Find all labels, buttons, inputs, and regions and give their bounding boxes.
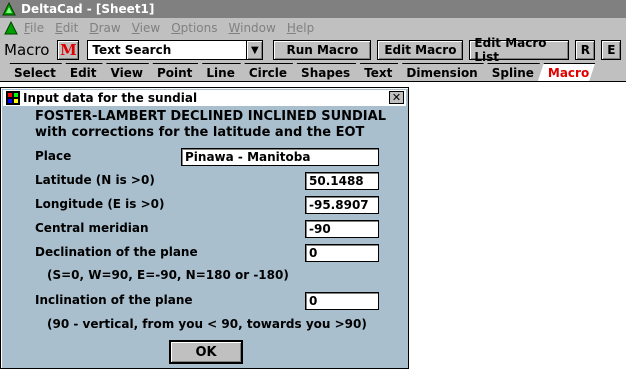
menu-bar: File Edit Draw View Options Window Help [0, 18, 626, 38]
macro-select-combo[interactable]: Text Search [87, 40, 248, 60]
edit-macro-button[interactable]: Edit Macro [377, 40, 464, 60]
menu-edit[interactable]: Edit [55, 21, 78, 35]
place-field[interactable]: Pinawa - Manitoba [181, 148, 379, 166]
central-meridian-field[interactable]: -90 [305, 220, 379, 238]
run-macro-button[interactable]: Run Macro [273, 40, 372, 60]
deltacad-icon [1, 1, 17, 17]
window-title: DeltaCad - [Sheet1] [21, 2, 155, 16]
menu-file[interactable]: File [24, 21, 44, 35]
macro-label: Macro [4, 41, 50, 59]
dialog-subheading: with corrections for the latitude and th… [35, 125, 365, 140]
r-button[interactable]: R [575, 40, 596, 60]
central-meridian-label: Central meridian [35, 221, 149, 235]
macro-toolbar: Macro M Text Search ▼ Run Macro Edit Mac… [0, 36, 626, 64]
dialog-heading: FOSTER-LAMBERT DECLINED INCLINED SUNDIAL [35, 109, 386, 124]
tab-view[interactable]: View [101, 63, 149, 81]
tab-select[interactable]: Select [4, 63, 62, 81]
inclination-field[interactable]: 0 [305, 292, 379, 310]
sundial-dialog-icon [6, 91, 20, 105]
tab-line[interactable]: Line [196, 63, 240, 81]
close-icon[interactable]: ✕ [389, 91, 404, 104]
menu-draw[interactable]: Draw [89, 21, 120, 35]
menu-window[interactable]: Window [229, 21, 276, 35]
latitude-field[interactable]: 50.1488 [305, 172, 379, 190]
ok-button[interactable]: OK [169, 340, 243, 364]
tab-point[interactable]: Point [147, 63, 198, 81]
menu-options[interactable]: Options [171, 21, 217, 35]
declination-hint: (S=0, W=90, E=-90, N=180 or -180) [47, 268, 289, 282]
command-tabs: Select Edit View Point Line Circle Shape… [0, 62, 626, 82]
chevron-down-icon[interactable]: ▼ [247, 40, 264, 60]
longitude-field[interactable]: -95.8907 [305, 196, 379, 214]
longitude-label: Longitude (E is >0) [35, 197, 165, 211]
tab-text[interactable]: Text [354, 63, 398, 81]
sundial-input-dialog: Input data for the sundial ✕ FOSTER-LAMB… [0, 87, 409, 369]
tab-edit[interactable]: Edit [60, 63, 103, 81]
document-icon[interactable] [2, 19, 20, 37]
e-button[interactable]: E [601, 40, 622, 60]
declination-field[interactable]: 0 [305, 244, 379, 262]
place-label: Place [35, 149, 72, 163]
tab-macro[interactable]: Macro [538, 63, 595, 81]
dialog-title: Input data for the sundial [23, 91, 198, 105]
declination-label: Declination of the plane [35, 245, 198, 259]
inclination-hint: (90 - vertical, from you < 90, towards y… [47, 317, 367, 331]
tab-shapes[interactable]: Shapes [291, 63, 356, 81]
tab-dimension[interactable]: Dimension [396, 63, 483, 81]
edit-macro-list-button[interactable]: Edit Macro List [469, 36, 570, 64]
dialog-titlebar[interactable]: Input data for the sundial ✕ [3, 90, 406, 106]
inclination-label: Inclination of the plane [35, 293, 193, 307]
tab-circle[interactable]: Circle [239, 63, 293, 81]
menu-help[interactable]: Help [287, 21, 314, 35]
latitude-label: Latitude (N is >0) [35, 173, 155, 187]
tab-spline[interactable]: Spline [482, 63, 540, 81]
macro-m-button[interactable]: M [57, 40, 80, 60]
window-titlebar: DeltaCad - [Sheet1] [0, 0, 626, 18]
menu-view[interactable]: View [132, 21, 160, 35]
